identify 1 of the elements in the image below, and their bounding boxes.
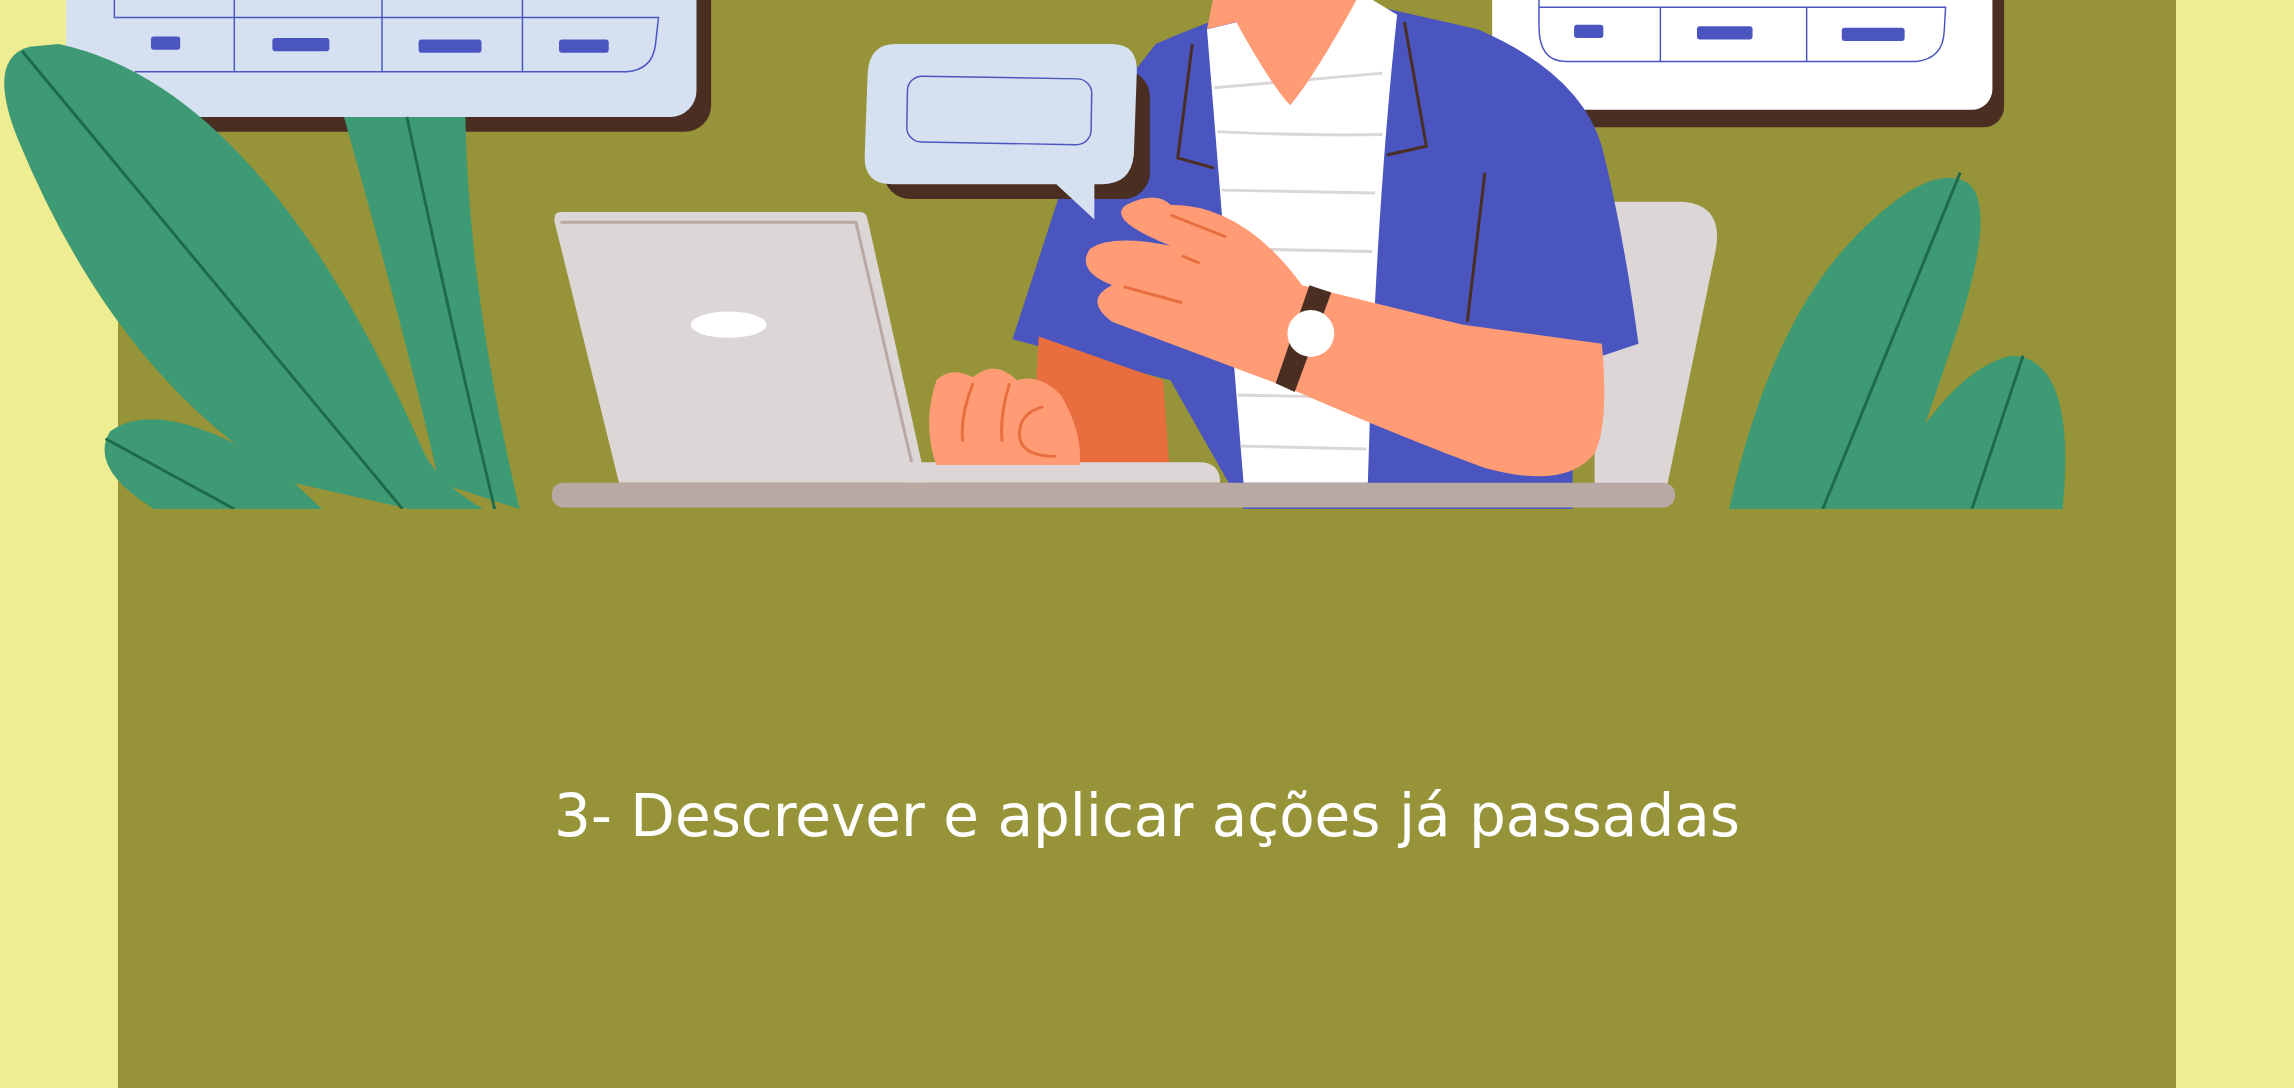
heading: 3- Descrever e aplicar ações já passadas [554,781,1740,852]
